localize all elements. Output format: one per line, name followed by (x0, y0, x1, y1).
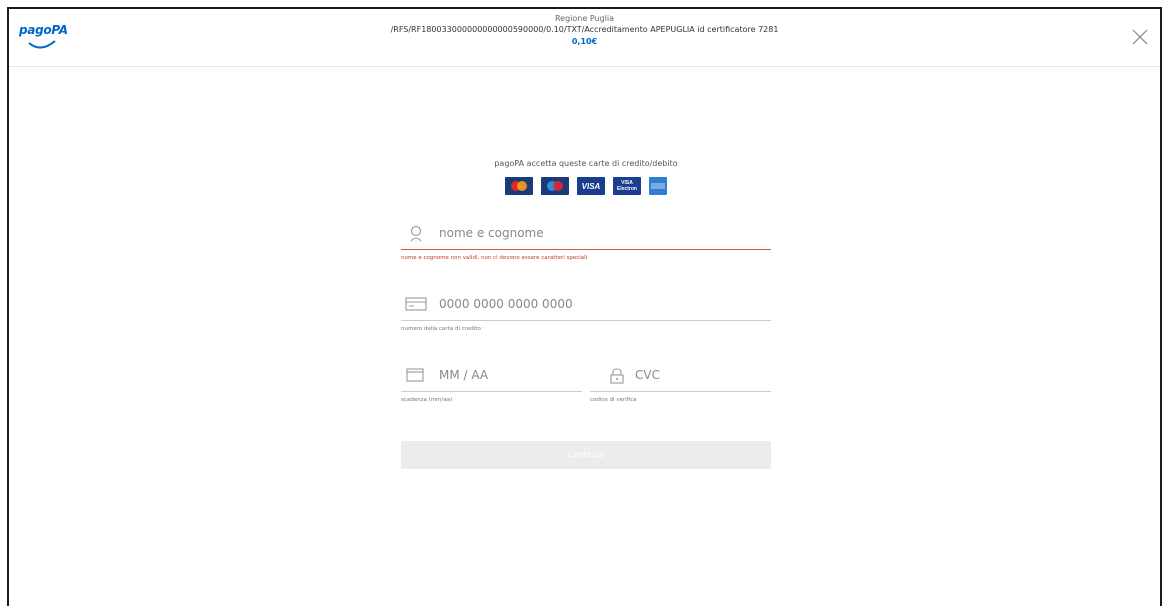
payment-summary: Regione Puglia /RFS/RF180033000000000000… (9, 13, 1160, 49)
calendar-icon (405, 367, 427, 387)
card-number-field[interactable]: 0000 0000 0000 0000 (401, 287, 771, 321)
continue-button[interactable]: Continua (401, 441, 771, 469)
cardholder-name-placeholder: nome e cognome (439, 226, 544, 240)
cardholder-name-field[interactable]: nome e cognome (401, 216, 771, 250)
close-icon (1132, 29, 1148, 45)
card-number-placeholder: 0000 0000 0000 0000 (439, 297, 573, 311)
expiry-help: scadenza (mm/aa) (401, 397, 453, 403)
close-button[interactable] (1130, 27, 1150, 47)
accepted-cards-title: pagoPA accetta queste carte di credito/d… (494, 159, 678, 168)
accepted-cards: VISA VISA Electron (401, 177, 771, 196)
expiry-placeholder: MM / AA (439, 368, 489, 382)
expiry-column: MM / AA scadenza (mm/aa) (401, 358, 582, 403)
user-icon (405, 225, 427, 247)
header: pagoPA Regione Puglia /RFS/RF18003300000… (9, 9, 1160, 67)
maestro-logo (541, 177, 569, 195)
lock-icon (608, 367, 626, 389)
card-payment-form: pagoPA accetta queste carte di credito/d… (401, 159, 771, 469)
visa-logo-text: VISA (581, 181, 601, 191)
payment-causale: /RFS/RF180033000000000000590000/0.10/TXT… (390, 25, 779, 34)
payment-window: pagoPA Regione Puglia /RFS/RF18003300000… (7, 7, 1162, 606)
visa-logo: VISA (577, 177, 605, 195)
visa-electron-bottom-text: Electron (616, 186, 637, 192)
cvc-column: CVC codice di verifica (590, 358, 771, 403)
amex-logo (649, 177, 667, 195)
payment-amount: 0,10€ (571, 37, 598, 46)
creditor-entity: Regione Puglia (554, 14, 615, 23)
credit-card-icon (405, 296, 427, 316)
mastercard-logo (505, 177, 533, 195)
cvc-help: codice di verifica (590, 397, 637, 403)
expiry-field[interactable]: MM / AA (401, 358, 582, 392)
visa-electron-logo: VISA Electron (613, 177, 641, 195)
cvc-field[interactable]: CVC (590, 358, 771, 392)
cvc-placeholder: CVC (635, 368, 660, 382)
expiry-cvc-row: MM / AA scadenza (mm/aa) CVC codice di v (401, 358, 771, 403)
